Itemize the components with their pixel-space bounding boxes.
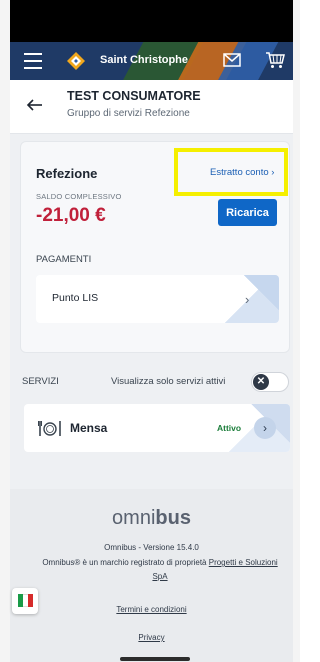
back-arrow-icon[interactable] xyxy=(26,96,44,114)
right-margin xyxy=(293,0,300,662)
payment-method-row[interactable]: Punto LIS › xyxy=(36,275,279,323)
status-bar xyxy=(10,0,293,42)
mail-icon[interactable] xyxy=(223,53,241,67)
terms-link[interactable]: Termini e condizioni xyxy=(10,605,293,614)
page-title: TEST CONSUMATORE xyxy=(67,89,201,103)
service-status-badge: Attivo xyxy=(217,423,242,433)
balance-value: -21,00 € xyxy=(36,205,106,226)
app-bar: Saint Christophe xyxy=(10,42,293,80)
card-title: Refezione xyxy=(36,166,98,181)
menu-icon[interactable] xyxy=(24,53,42,69)
trademark-text: Omnibus® è un marchio registrato di prop… xyxy=(42,558,278,581)
chevron-right-icon: › xyxy=(254,417,276,439)
logo-icon xyxy=(67,52,85,70)
service-row[interactable]: Mensa Attivo › xyxy=(24,404,290,452)
left-margin xyxy=(0,0,10,662)
highlight-box xyxy=(174,148,288,196)
payment-method-label: Punto LIS xyxy=(52,292,99,304)
home-indicator xyxy=(120,657,190,661)
version-text: Omnibus - Versione 15.4.0 xyxy=(104,543,199,552)
recharge-button[interactable]: Ricarica xyxy=(218,199,277,226)
cart-icon[interactable] xyxy=(265,51,285,69)
services-label: SERVIZI xyxy=(22,376,59,387)
app-screen: Saint Christophe TEST CONSUMATORE Gruppo… xyxy=(0,0,300,662)
active-filter-label: Visualizza solo servizi attivi xyxy=(111,376,226,387)
italian-flag-icon[interactable] xyxy=(12,588,38,614)
service-name: Mensa xyxy=(70,421,108,435)
chevron-right-icon: › xyxy=(245,292,250,307)
payments-label: PAGAMENTI xyxy=(36,254,92,265)
footer: omnibus Omnibus - Versione 15.4.0 Omnibu… xyxy=(10,489,293,662)
omnibus-logo: omnibus xyxy=(112,507,191,529)
privacy-link[interactable]: Privacy xyxy=(10,633,293,642)
close-icon: ✕ xyxy=(253,374,269,390)
balance-label: SALDO COMPLESSIVO xyxy=(36,192,122,201)
page-subtitle: Gruppo di servizi Refezione xyxy=(67,108,190,119)
active-services-toggle[interactable]: ✕ xyxy=(251,372,289,392)
dining-icon xyxy=(38,421,61,436)
brand-name: Saint Christophe xyxy=(100,54,189,66)
page-header: TEST CONSUMATORE Gruppo di servizi Refez… xyxy=(10,80,293,134)
